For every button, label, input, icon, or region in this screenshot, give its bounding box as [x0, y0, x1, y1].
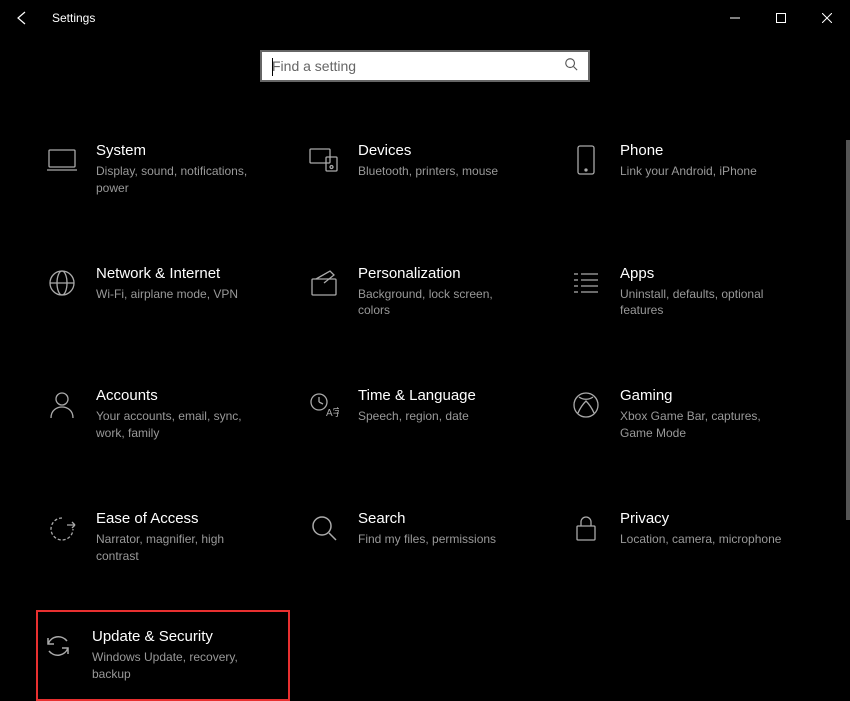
category-desc: Bluetooth, printers, mouse [358, 163, 498, 180]
category-title: Update & Security [92, 628, 262, 645]
category-time[interactable]: A字 Time & Language Speech, region, date [304, 383, 546, 446]
category-desc: Narrator, magnifier, high contrast [96, 531, 266, 565]
minimize-button[interactable] [712, 0, 758, 36]
category-text: Gaming Xbox Game Bar, captures, Game Mod… [620, 387, 790, 442]
lock-icon [570, 512, 602, 544]
category-system[interactable]: System Display, sound, notifications, po… [42, 138, 284, 201]
category-title: Devices [358, 142, 498, 159]
apps-icon [570, 267, 602, 299]
category-apps[interactable]: Apps Uninstall, defaults, optional featu… [566, 261, 808, 324]
category-title: Apps [620, 265, 790, 282]
categories-grid: System Display, sound, notifications, po… [0, 82, 850, 683]
category-ease-of-access[interactable]: Ease of Access Narrator, magnifier, high… [42, 506, 284, 569]
category-desc: Display, sound, notifications, power [96, 163, 266, 197]
paintbrush-icon [308, 267, 340, 299]
category-title: Personalization [358, 265, 528, 282]
category-text: System Display, sound, notifications, po… [96, 142, 266, 197]
category-text: Devices Bluetooth, printers, mouse [358, 142, 498, 180]
category-desc: Link your Android, iPhone [620, 163, 757, 180]
category-text: Update & Security Windows Update, recove… [92, 628, 262, 683]
maximize-icon [776, 13, 786, 23]
close-icon [822, 13, 832, 23]
category-desc: Windows Update, recovery, backup [92, 649, 262, 683]
titlebar-left: Settings [12, 8, 95, 28]
close-button[interactable] [804, 0, 850, 36]
category-desc: Background, lock screen, colors [358, 286, 528, 320]
category-text: Phone Link your Android, iPhone [620, 142, 757, 180]
arrow-left-icon [14, 10, 30, 26]
category-title: Gaming [620, 387, 790, 404]
titlebar: Settings [0, 0, 850, 36]
category-text: Ease of Access Narrator, magnifier, high… [96, 510, 266, 565]
maximize-button[interactable] [758, 0, 804, 36]
text-cursor [272, 58, 273, 76]
category-desc: Your accounts, email, sync, work, family [96, 408, 266, 442]
category-title: Privacy [620, 510, 781, 527]
category-desc: Wi-Fi, airplane mode, VPN [96, 286, 238, 303]
category-title: Accounts [96, 387, 266, 404]
search-icon [308, 512, 340, 544]
category-accounts[interactable]: Accounts Your accounts, email, sync, wor… [42, 383, 284, 446]
category-personalization[interactable]: Personalization Background, lock screen,… [304, 261, 546, 324]
category-title: Search [358, 510, 496, 527]
category-desc: Uninstall, defaults, optional features [620, 286, 790, 320]
search-box[interactable] [260, 50, 590, 82]
category-desc: Speech, region, date [358, 408, 476, 425]
category-update-security[interactable]: Update & Security Windows Update, recove… [36, 610, 290, 701]
search-container [0, 50, 850, 82]
category-text: Apps Uninstall, defaults, optional featu… [620, 265, 790, 320]
category-desc: Location, camera, microphone [620, 531, 781, 548]
category-title: Phone [620, 142, 757, 159]
window-title: Settings [52, 11, 95, 25]
window-controls [712, 0, 850, 36]
system-icon [46, 144, 78, 176]
category-devices[interactable]: Devices Bluetooth, printers, mouse [304, 138, 546, 201]
update-icon [42, 630, 74, 662]
category-search[interactable]: Search Find my files, permissions [304, 506, 546, 569]
phone-icon [570, 144, 602, 176]
category-network[interactable]: Network & Internet Wi-Fi, airplane mode,… [42, 261, 284, 324]
category-title: Ease of Access [96, 510, 266, 527]
ease-of-access-icon [46, 512, 78, 544]
person-icon [46, 389, 78, 421]
category-text: Privacy Location, camera, microphone [620, 510, 781, 548]
search-icon [564, 57, 578, 76]
category-text: Search Find my files, permissions [358, 510, 496, 548]
category-gaming[interactable]: Gaming Xbox Game Bar, captures, Game Mod… [566, 383, 808, 446]
devices-icon [308, 144, 340, 176]
category-desc: Find my files, permissions [358, 531, 496, 548]
scrollbar[interactable] [846, 140, 850, 520]
globe-icon [46, 267, 78, 299]
category-text: Accounts Your accounts, email, sync, wor… [96, 387, 266, 442]
category-text: Time & Language Speech, region, date [358, 387, 476, 425]
svg-text:A字: A字 [326, 406, 339, 418]
category-phone[interactable]: Phone Link your Android, iPhone [566, 138, 808, 201]
category-text: Personalization Background, lock screen,… [358, 265, 528, 320]
category-title: Network & Internet [96, 265, 238, 282]
category-title: Time & Language [358, 387, 476, 404]
category-desc: Xbox Game Bar, captures, Game Mode [620, 408, 790, 442]
category-privacy[interactable]: Privacy Location, camera, microphone [566, 506, 808, 569]
minimize-icon [730, 13, 740, 23]
category-title: System [96, 142, 266, 159]
search-input[interactable] [272, 58, 564, 74]
time-language-icon: A字 [308, 389, 340, 421]
back-button[interactable] [12, 8, 32, 28]
category-text: Network & Internet Wi-Fi, airplane mode,… [96, 265, 238, 303]
xbox-icon [570, 389, 602, 421]
